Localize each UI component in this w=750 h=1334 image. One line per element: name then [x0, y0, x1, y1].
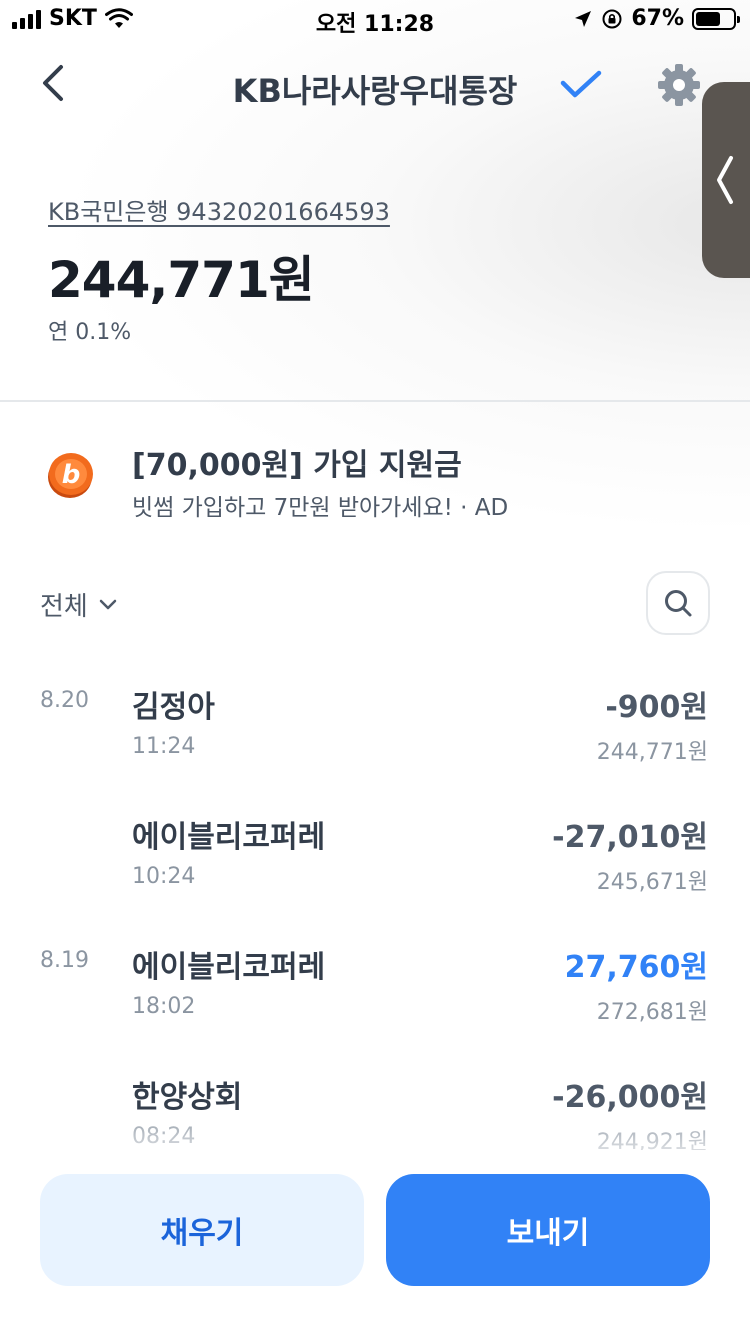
transaction-row[interactable]: 한양상회 08:24 -26,000원 244,921원 [0, 1058, 750, 1150]
transaction-list: 8.20 김정아 11:24 -900원 244,771원 에이블리코퍼레 10… [0, 668, 750, 1150]
settings-button[interactable] [652, 58, 706, 112]
transaction-name: 에이블리코퍼레 [132, 820, 326, 855]
orientation-lock-icon [602, 9, 622, 28]
divider [0, 400, 750, 402]
gear-icon [658, 64, 700, 106]
ad-subtitle: 빗썸 가입하고 7만원 받아가세요! · AD [132, 495, 509, 521]
filter-dropdown[interactable]: 전체 [40, 586, 118, 623]
transaction-amount: 27,760원 [564, 950, 708, 985]
search-icon [665, 590, 692, 617]
transaction-name: 에이블리코퍼레 [132, 950, 326, 985]
battery-level [696, 11, 721, 26]
transaction-name: 김정아 [132, 690, 215, 725]
transaction-balance: 244,921원 [596, 1130, 708, 1150]
transaction-time: 08:24 [132, 1124, 196, 1149]
filter-label: 전체 [40, 592, 88, 622]
transaction-row[interactable]: 8.20 김정아 11:24 -900원 244,771원 [0, 668, 750, 798]
check-button[interactable] [556, 60, 606, 110]
chevron-down-icon [99, 599, 117, 609]
fill-button[interactable]: 채우기 [40, 1174, 364, 1286]
transaction-amount: -900원 [605, 690, 708, 725]
search-button[interactable] [646, 571, 710, 635]
page-title: KB나라사랑우대통장 [232, 72, 518, 110]
side-panel-handle[interactable] [702, 82, 750, 278]
nav-bar: KB나라사랑우대통장 [0, 44, 750, 124]
transaction-row[interactable]: 8.19 에이블리코퍼레 18:02 27,760원 272,681원 [0, 928, 750, 1058]
transaction-time: 10:24 [132, 864, 196, 889]
transaction-date: 8.20 [40, 688, 89, 713]
transaction-balance: 245,671원 [596, 870, 708, 895]
interest-rate: 연 0.1% [48, 320, 132, 345]
transaction-date: 8.19 [40, 948, 89, 973]
transaction-amount: -26,000원 [552, 1080, 708, 1115]
transaction-time: 11:24 [132, 734, 196, 759]
transaction-name: 한양상회 [132, 1080, 243, 1115]
svg-text:b: b [62, 460, 81, 490]
transaction-amount: -27,010원 [552, 820, 708, 855]
status-bar: SKT 오전 11:28 67% [0, 0, 750, 40]
transaction-time: 18:02 [132, 994, 196, 1019]
send-button[interactable]: 보내기 [386, 1174, 710, 1286]
account-balance: 244,771원 [48, 251, 315, 309]
coin-logo-icon: b [48, 453, 93, 498]
chevron-left-icon [717, 156, 733, 204]
transaction-row[interactable]: 에이블리코퍼레 10:24 -27,010원 245,671원 [0, 798, 750, 928]
check-icon [560, 70, 602, 98]
battery-percent: 67% [631, 6, 684, 31]
account-detail-screen: SKT 오전 11:28 67% KB나라사랑우대통장 KB국민은행 94320… [0, 0, 750, 1334]
battery-icon [692, 7, 740, 30]
ad-banner[interactable]: b [70,000원] 가입 지원금 빗썸 가입하고 7만원 받아가세요! · … [0, 430, 750, 530]
transaction-balance: 272,681원 [596, 1000, 708, 1025]
account-number-link[interactable]: KB국민은행 94320201664593 [48, 192, 390, 227]
location-arrow-icon [575, 10, 592, 27]
transaction-balance: 244,771원 [596, 740, 708, 765]
status-right: 67% [573, 6, 740, 31]
ad-title: [70,000원] 가입 지원금 [132, 448, 462, 483]
